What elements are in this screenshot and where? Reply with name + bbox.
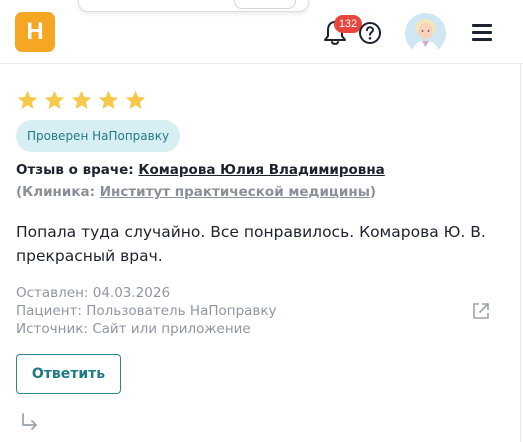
star-icon	[125, 90, 146, 109]
reply-arrow-icon	[22, 413, 37, 430]
review-meta: Оставлен: 04.03.2026 Пациент: Пользовате…	[16, 284, 277, 338]
star-icon	[98, 90, 119, 109]
help-icon[interactable]	[358, 21, 382, 45]
external-link-icon[interactable]	[472, 302, 490, 320]
review-date: Оставлен: 04.03.2026	[16, 285, 171, 301]
dropdown-popup-edge	[78, 0, 309, 12]
clinic-link[interactable]: Институт практической медицины	[100, 184, 370, 200]
review-text: Попала туда случайно. Все понравилось. К…	[16, 223, 486, 265]
star-icon	[44, 90, 65, 109]
content-border	[520, 63, 521, 442]
avatar[interactable]	[405, 13, 446, 54]
reply-button[interactable]: Ответить	[16, 354, 121, 394]
clinic-line: (Клиника: Институт практической медицины…	[16, 184, 376, 200]
doctor-label: Отзыв о враче:	[16, 162, 139, 178]
doctor-link[interactable]: Комарова Юлия Владимировна	[138, 162, 384, 178]
doctor-avatar-icon	[405, 13, 446, 54]
popup-pill[interactable]	[234, 0, 296, 9]
clinic-label: (Клиника:	[16, 184, 100, 200]
star-icon	[17, 90, 38, 109]
review-source: Источник: Сайт или приложение	[16, 321, 251, 337]
clinic-close: )	[369, 184, 377, 200]
rating-stars	[16, 89, 147, 112]
star-icon	[71, 90, 92, 109]
logo[interactable]: Н	[15, 12, 55, 52]
top-bar: Н 132	[0, 0, 523, 64]
verified-badge: Проверен НаПоправку	[16, 120, 181, 152]
doctor-line: Отзыв о враче: Комарова Юлия Владимировн…	[16, 162, 385, 178]
hamburger-menu-icon[interactable]	[472, 23, 492, 41]
review-patient: Пациент: Пользователь НаПоправку	[16, 303, 277, 319]
